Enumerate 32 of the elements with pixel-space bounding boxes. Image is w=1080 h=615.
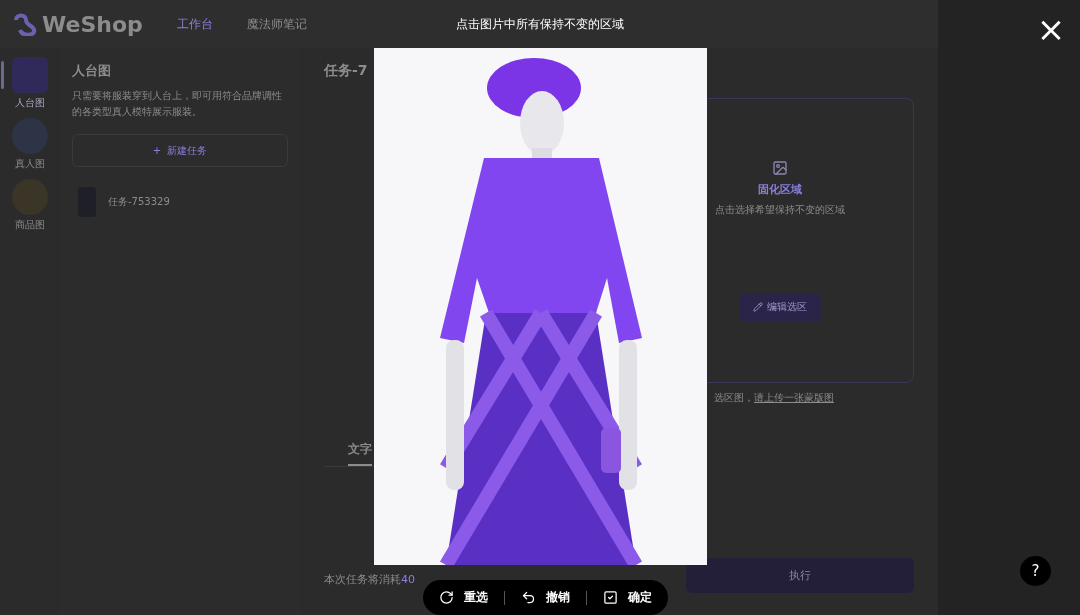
- category-thumbnail[interactable]: [12, 57, 48, 93]
- logo-icon: [12, 12, 38, 36]
- redo-icon: [439, 590, 454, 605]
- help-button[interactable]: ?: [1020, 556, 1051, 586]
- pencil-icon: [753, 302, 763, 312]
- logo-text: WeShop: [42, 11, 143, 37]
- card-hint: 点击选择希望保持不变的区域: [715, 202, 845, 217]
- nav-link[interactable]: 工作台: [176, 15, 213, 33]
- run-button[interactable]: 执行: [686, 558, 914, 593]
- task-name[interactable]: 任务-753329: [108, 195, 170, 209]
- tab[interactable]: 文字: [348, 435, 372, 466]
- task-title: 任务-7: [324, 62, 369, 80]
- confirm-button[interactable]: 确定: [601, 589, 654, 606]
- close-button[interactable]: ×: [1036, 12, 1066, 46]
- panel-description: 只需要将服装穿到人台上，即可用符合品牌调性的各类型真人模特展示服装。: [72, 89, 283, 119]
- nav-link[interactable]: 魔法师笔记: [246, 15, 307, 33]
- image-icon: [772, 159, 788, 176]
- category-label: 人台图: [15, 96, 45, 110]
- edit-selection-button[interactable]: 编辑选区: [739, 292, 821, 322]
- new-task-button[interactable]: + 新建任务: [72, 134, 288, 167]
- redo-button[interactable]: 重选: [437, 589, 490, 606]
- category-thumbnail[interactable]: [12, 118, 48, 154]
- category-label: 商品图: [15, 218, 45, 232]
- upload-note: 选区图，: [714, 391, 754, 405]
- card-title: 固化区域: [758, 181, 802, 197]
- panel-title: 人台图: [72, 62, 112, 80]
- modal-title: 点击图片中所有保持不变的区域: [456, 17, 624, 31]
- category-label: 真人图: [15, 157, 45, 171]
- cost-note: 本次任务将消耗40: [324, 572, 415, 587]
- checkbox-icon: [603, 590, 618, 605]
- undo-icon: [521, 590, 536, 605]
- undo-button[interactable]: 撤销: [519, 589, 572, 606]
